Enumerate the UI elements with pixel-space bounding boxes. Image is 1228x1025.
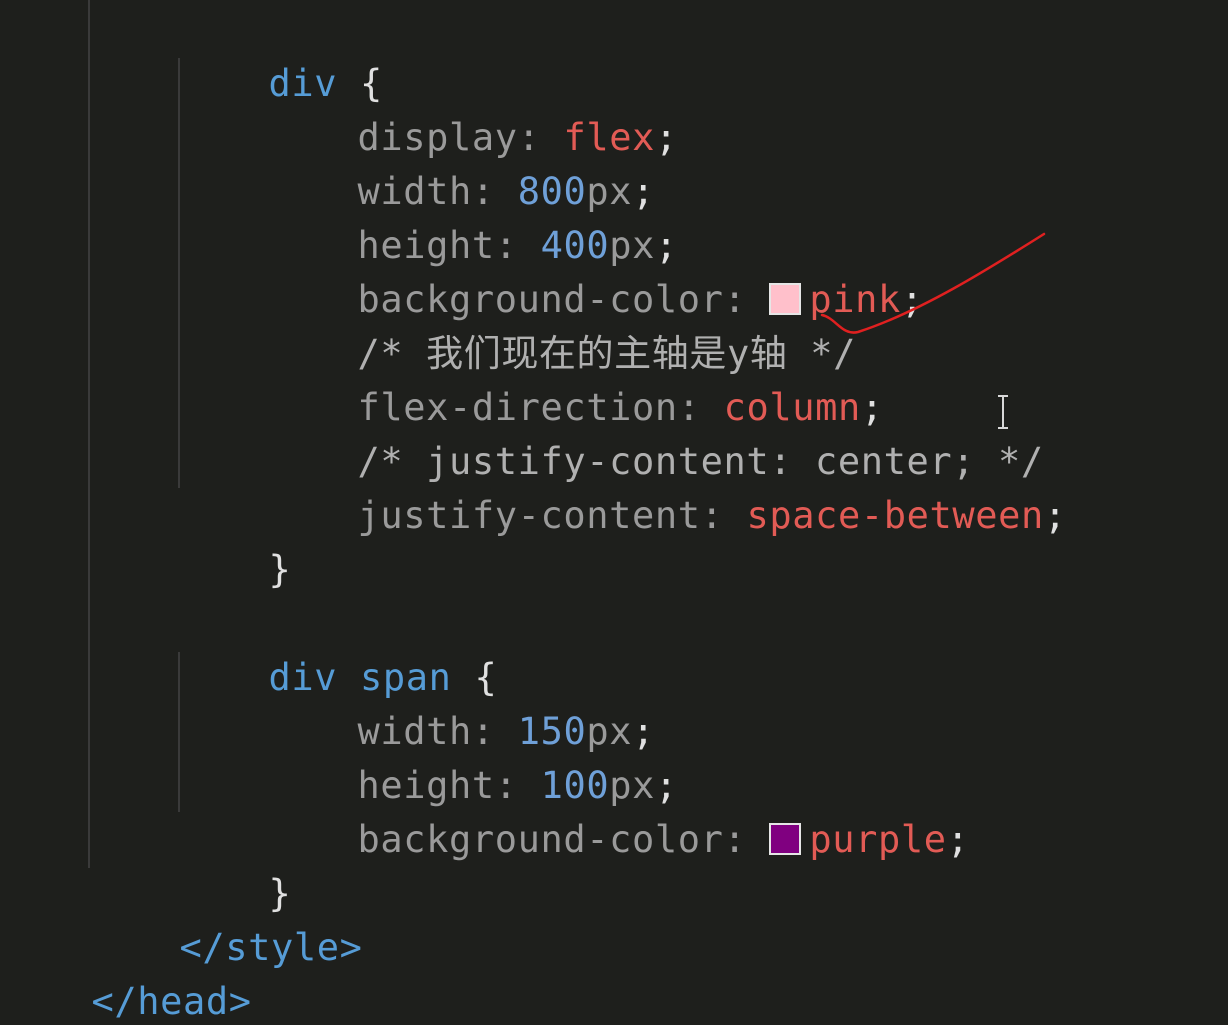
code-editor[interactable]: div { display: flex; width: 800px; heigh… <box>0 0 1228 1025</box>
red-annotation-stroke <box>820 232 1046 334</box>
